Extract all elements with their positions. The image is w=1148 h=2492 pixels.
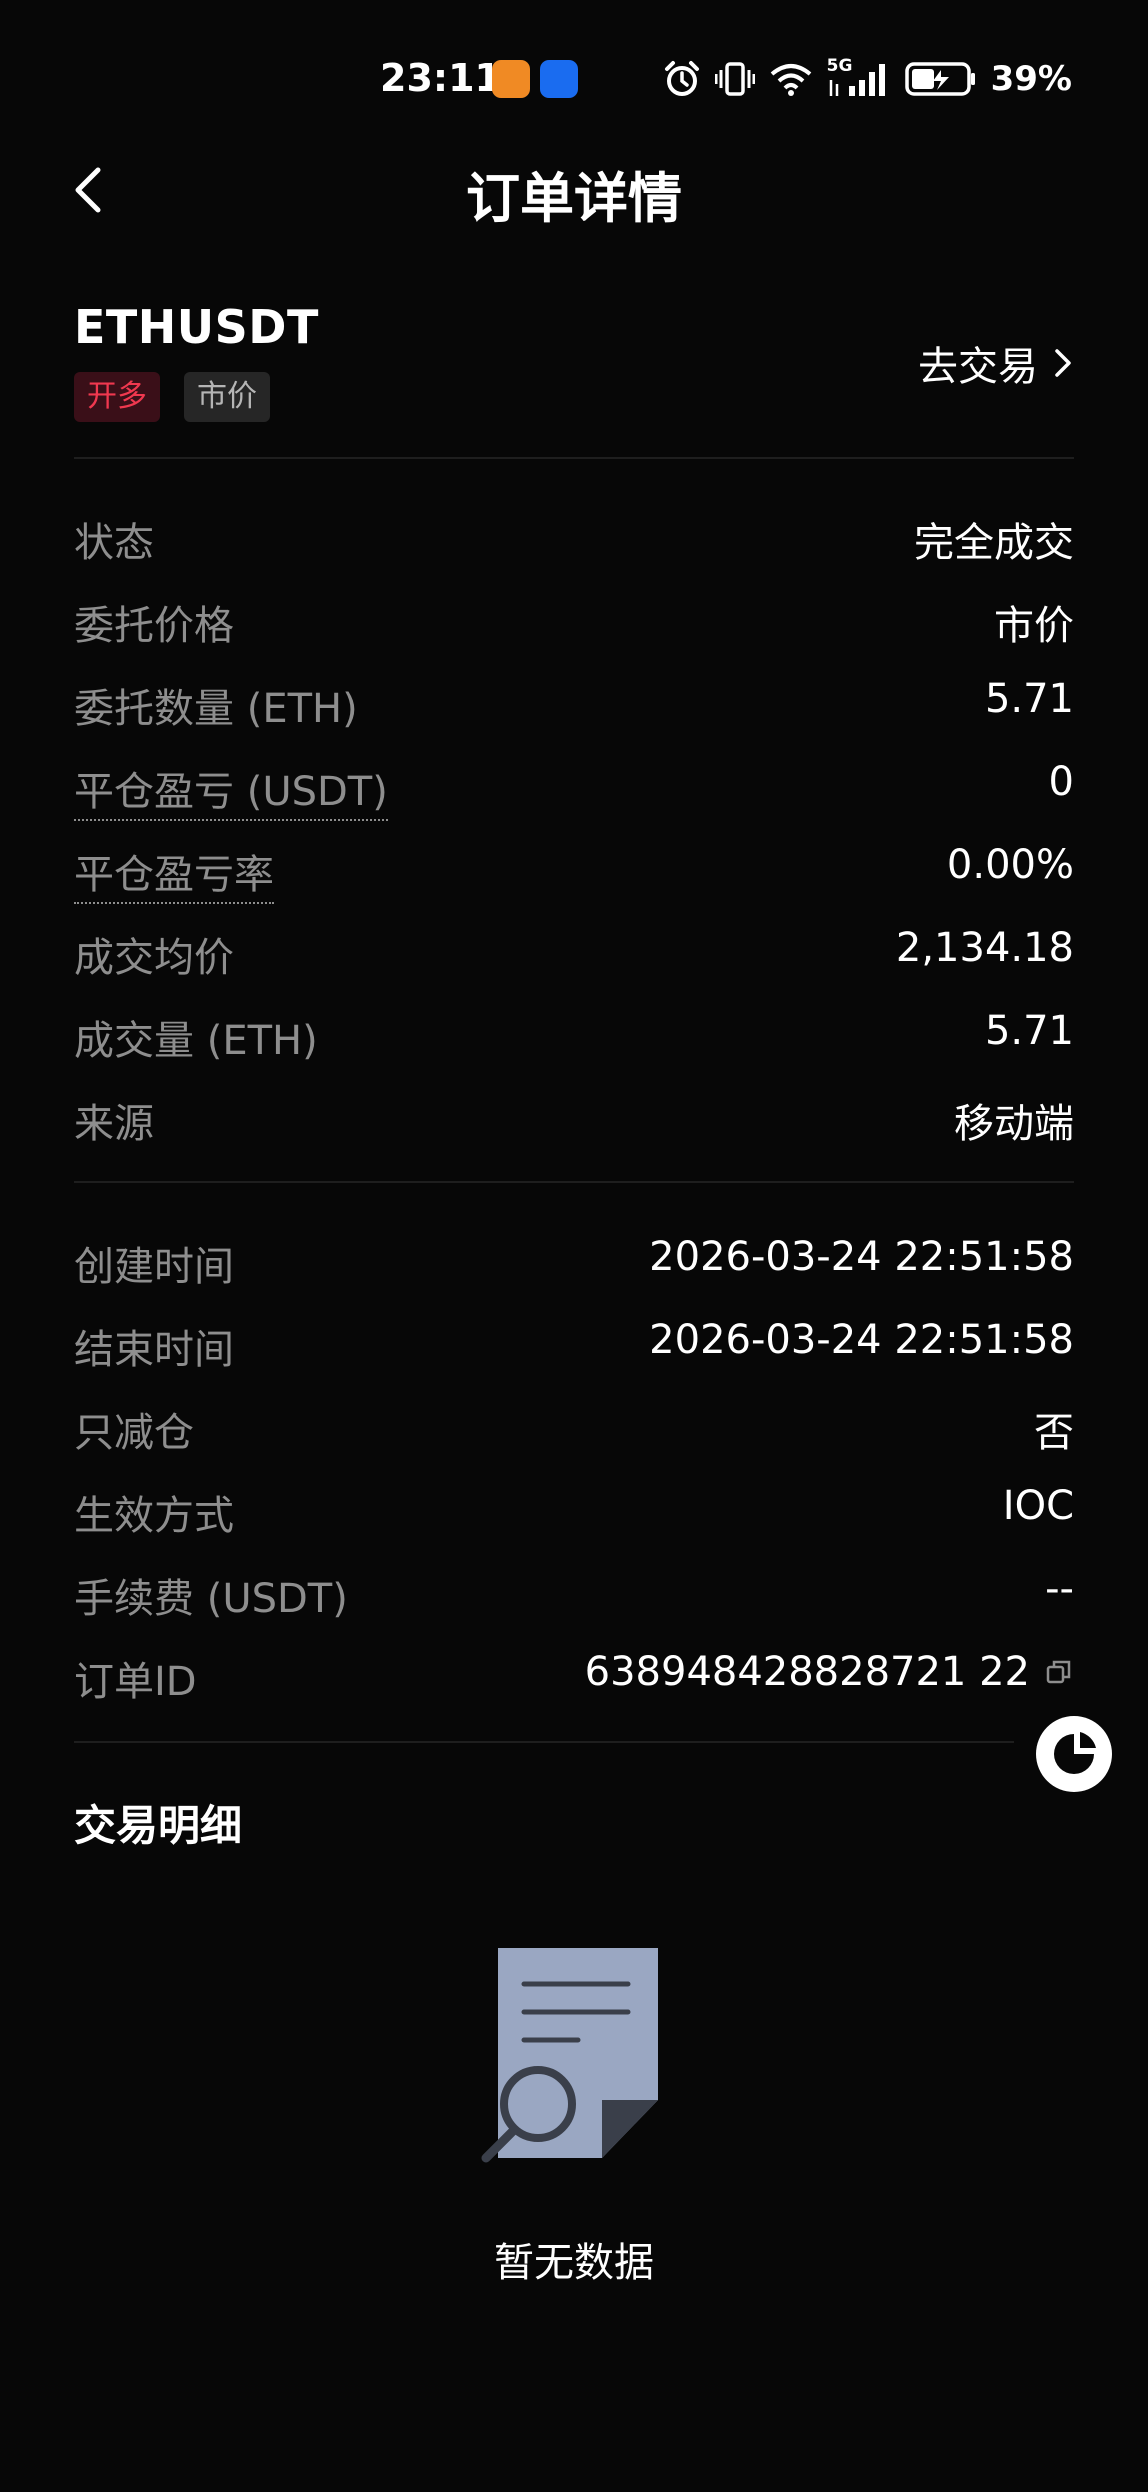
divider — [74, 1181, 1074, 1183]
meta-row-created: 创建时间 2026-03-24 22:51:58 — [74, 1220, 1074, 1303]
row-label: 订单ID — [74, 1659, 197, 1705]
meta-row-ended: 结束时间 2026-03-24 22:51:58 — [74, 1303, 1074, 1386]
battery-charging-icon — [904, 62, 975, 96]
row-value: 2026-03-24 22:51:58 — [649, 1234, 1074, 1280]
row-value: 0.00% — [946, 842, 1074, 888]
row-value: 移动端 — [954, 1101, 1074, 1147]
cellular-signal: 5G — [827, 56, 891, 98]
row-value: -- — [1045, 1566, 1074, 1612]
row-label: 状态 — [74, 520, 154, 566]
page-title: 订单详情 — [466, 167, 682, 230]
status-bar: 23:11 5G 39% — [0, 52, 1148, 102]
order-tags: 开多 市价 — [74, 372, 270, 422]
meta-row-order-id: 订单ID 638948428828721 22 — [74, 1635, 1074, 1718]
row-label: 成交量 (ETH) — [74, 1018, 318, 1064]
row-label: 创建时间 — [74, 1244, 234, 1290]
meta-row-fee: 手续费 (USDT) -- — [74, 1552, 1074, 1635]
row-label: 结束时间 — [74, 1327, 234, 1373]
order-id-value: 638948428828721 22 — [584, 1649, 1030, 1695]
status-icons: 5G 39% — [663, 56, 1072, 100]
detail-row-order-qty: 委托数量 (ETH) 5.71 — [74, 662, 1074, 745]
detail-row-filled-qty: 成交量 (ETH) 5.71 — [74, 994, 1074, 1077]
row-label: 来源 — [74, 1101, 154, 1147]
row-value: 5.71 — [984, 676, 1074, 722]
close-pnl-tooltip-label[interactable]: 平仓盈亏 (USDT) — [74, 759, 388, 821]
detail-row-order-price: 委托价格 市价 — [74, 579, 1074, 662]
divider — [74, 1741, 1014, 1743]
empty-text: 暂无数据 — [494, 2240, 654, 2286]
divider — [74, 457, 1074, 459]
row-value: 否 — [1034, 1410, 1074, 1456]
support-icon — [1054, 1732, 1096, 1774]
detail-row-close-pnl: 平仓盈亏 (USDT) 0 — [74, 745, 1074, 828]
document-search-icon — [481, 1948, 658, 2163]
detail-row-status: 状态 完全成交 — [74, 496, 1074, 579]
order-details: 状态 完全成交 委托价格 市价 委托数量 (ETH) 5.71 平仓盈亏 (US… — [74, 496, 1074, 1160]
chevron-right-icon — [1055, 349, 1071, 377]
side-tag: 开多 — [74, 372, 160, 422]
row-label: 生效方式 — [74, 1493, 234, 1539]
trade-details-title: 交易明细 — [74, 1801, 243, 1850]
row-label: 只减仓 — [74, 1410, 194, 1456]
row-value: 完全成交 — [914, 520, 1074, 566]
copy-icon[interactable] — [1044, 1657, 1074, 1687]
meta-row-reduce-only: 只减仓 否 — [74, 1386, 1074, 1469]
detail-row-source: 来源 移动端 — [74, 1077, 1074, 1160]
go-trade-label: 去交易 — [918, 344, 1038, 390]
row-value: 市价 — [994, 603, 1074, 649]
wifi-icon — [770, 64, 811, 96]
app-notification-icon — [492, 60, 530, 98]
vibrate-icon — [714, 62, 755, 96]
meta-row-time-in-force: 生效方式 IOC — [74, 1469, 1074, 1552]
row-value: 2,134.18 — [895, 925, 1074, 971]
detail-row-close-pnl-rate: 平仓盈亏率 0.00% — [74, 828, 1074, 911]
support-button[interactable] — [1036, 1716, 1112, 1792]
row-value: 5.71 — [984, 1008, 1074, 1054]
order-meta: 创建时间 2026-03-24 22:51:58 结束时间 2026-03-24… — [74, 1220, 1074, 1718]
nav-bar: 订单详情 — [0, 140, 1148, 240]
row-label: 手续费 (USDT) — [74, 1576, 348, 1622]
row-value: 2026-03-24 22:51:58 — [649, 1317, 1074, 1363]
row-value: IOC — [1002, 1483, 1074, 1529]
trading-pair: ETHUSDT — [74, 300, 319, 354]
alarm-icon — [664, 61, 699, 96]
signal-icon — [829, 64, 885, 96]
order-header: ETHUSDT 开多 市价 去交易 — [74, 300, 1074, 460]
row-label: 成交均价 — [74, 935, 234, 981]
row-value: 0 — [1048, 759, 1074, 805]
order-id-copy[interactable]: 638948428828721 22 — [585, 1649, 1074, 1695]
row-label: 委托数量 (ETH) — [74, 686, 358, 732]
status-time: 23:11 — [380, 56, 501, 100]
go-trade-link[interactable]: 去交易 — [918, 334, 1074, 392]
order-type-tag: 市价 — [184, 372, 270, 422]
row-label: 委托价格 — [74, 603, 234, 649]
close-pnl-rate-tooltip-label[interactable]: 平仓盈亏率 — [74, 842, 274, 904]
browser-notification-icon — [540, 60, 578, 98]
battery-percent: 39% — [990, 59, 1072, 99]
detail-row-avg-price: 成交均价 2,134.18 — [74, 911, 1074, 994]
